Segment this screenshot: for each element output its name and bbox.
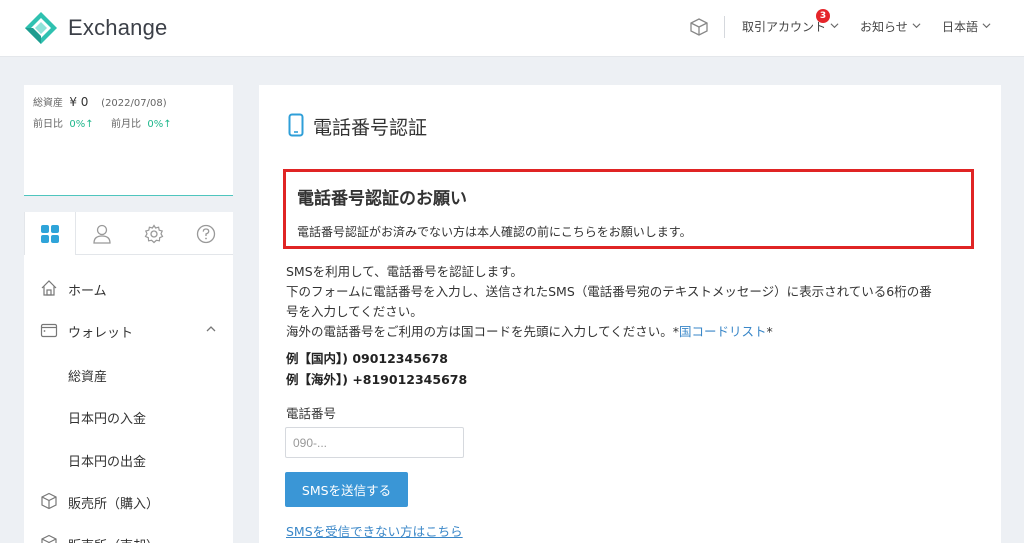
sidebar-item-label: 販売所（購入） — [68, 497, 160, 512]
sidebar-subitem-total-assets[interactable]: 総資産 — [24, 354, 233, 394]
chevron-down-icon — [982, 23, 991, 29]
instruction-line-2: 下のフォームに電話番号を入力し、送信されたSMS（電話番号宛のテキストメッセージ… — [286, 284, 932, 299]
summary-date: (2022/07/08) — [101, 98, 167, 109]
example-domestic: 例【国内】) 09012345678 — [286, 351, 448, 366]
month-change-label: 前月比 — [111, 119, 141, 130]
tab-settings[interactable] — [128, 212, 180, 255]
main-panel: 電話番号認証 電話番号認証のお願い 電話番号認証がお済みでない方は本人確認の前に… — [259, 85, 1001, 543]
chevron-down-icon — [912, 23, 921, 29]
account-menu-label: 取引アカウント — [742, 20, 827, 34]
language-menu[interactable]: 日本語 — [942, 18, 991, 35]
tab-user[interactable] — [76, 212, 128, 255]
home-icon — [41, 280, 57, 296]
user-icon — [93, 224, 111, 244]
instruction-suffix: * — [766, 324, 773, 339]
example-overseas: 例【海外】) +819012345678 — [286, 372, 468, 387]
day-change-row: 前日比 0%↑ — [33, 115, 94, 130]
phone-number-input[interactable] — [285, 427, 464, 458]
sidebar-subitem-jpy-deposit[interactable]: 日本円の入金 — [24, 396, 233, 436]
smartphone-icon — [288, 113, 304, 137]
instruction-line-4: 海外の電話番号をご利用の方は国コードを先頭に入力してください。*国コードリスト* — [286, 322, 773, 341]
day-change-label: 前日比 — [33, 119, 63, 130]
phone-number-label: 電話番号 — [286, 406, 337, 421]
asset-summary-card: 総資産 ¥ 0 (2022/07/08) 前日比 0%↑ 前月比 0%↑ — [24, 85, 233, 196]
dashboard-icon — [41, 224, 59, 243]
cube-icon — [41, 492, 57, 510]
country-code-list-link[interactable]: 国コードリスト — [679, 324, 767, 339]
tab-help[interactable] — [180, 212, 232, 255]
wallet-icon — [40, 323, 58, 338]
sms-help-link[interactable]: SMSを受信できない方はこちら — [286, 521, 463, 540]
notice-heading: 電話番号認証のお願い — [297, 189, 467, 209]
cube-icon[interactable] — [689, 17, 709, 37]
month-change-value: 0%↑ — [147, 119, 172, 130]
header-divider — [724, 16, 725, 38]
exchange-logo-icon[interactable] — [24, 11, 58, 45]
brand-name[interactable]: Exchange — [68, 15, 167, 41]
sidebar-item-label: 販売所（売却） — [68, 535, 159, 543]
language-menu-label: 日本語 — [942, 20, 979, 34]
sidebar-item-wallet[interactable]: ウォレット — [24, 310, 233, 350]
sidebar-nav: ホーム ウォレット 総資産 日本円の入金 日本円の出金 販売所（購入） 販売所（… — [24, 212, 233, 543]
page-title: 電話番号認証 — [313, 117, 428, 139]
sidebar-tabs — [24, 212, 233, 255]
sidebar-subitem-jpy-withdraw[interactable]: 日本円の出金 — [24, 439, 233, 479]
sidebar-item-label: ウォレット — [68, 326, 134, 341]
sidebar-item-label: 日本円の入金 — [68, 412, 147, 427]
sidebar-item-buy[interactable]: 販売所（購入） — [24, 481, 233, 521]
help-icon — [196, 224, 216, 243]
notification-badge: 3 — [816, 9, 830, 23]
sidebar-item-label: 総資産 — [68, 370, 108, 385]
chevron-up-icon — [206, 326, 216, 332]
notice-body: 電話番号認証がお済みでない方は本人確認の前にこちらをお願いします。 — [297, 225, 692, 239]
instruction-line-1: SMSを利用して、電話番号を認証します。 — [286, 264, 523, 279]
total-assets-value: ¥ 0 — [69, 95, 89, 109]
instruction-line-3: 号を入力してください。 — [286, 304, 423, 319]
gear-icon — [144, 223, 164, 243]
top-header: Exchange 取引アカウント 3 お知らせ 日本語 — [0, 0, 1024, 57]
month-change-row: 前月比 0%↑ — [111, 115, 172, 130]
chevron-down-icon — [830, 23, 839, 29]
day-change-value: 0%↑ — [69, 119, 94, 130]
cube-icon — [41, 534, 57, 543]
news-menu[interactable]: お知らせ — [860, 18, 921, 35]
total-assets-label: 総資産 — [33, 98, 63, 109]
sidebar-item-home[interactable]: ホーム — [24, 268, 233, 308]
send-sms-button[interactable]: SMSを送信する — [285, 472, 408, 507]
instruction-text: 海外の電話番号をご利用の方は国コードを先頭に入力してください。* — [286, 324, 680, 339]
sidebar-item-sell[interactable]: 販売所（売却） — [24, 523, 233, 543]
sidebar-item-label: 日本円の出金 — [68, 455, 147, 470]
total-assets-row: 総資産 ¥ 0 (2022/07/08) — [33, 94, 167, 109]
tab-dashboard[interactable] — [24, 212, 76, 255]
news-menu-label: お知らせ — [860, 20, 908, 34]
sidebar-item-label: ホーム — [68, 284, 107, 299]
verification-notice: 電話番号認証のお願い 電話番号認証がお済みでない方は本人確認の前にこちらをお願い… — [283, 169, 974, 249]
